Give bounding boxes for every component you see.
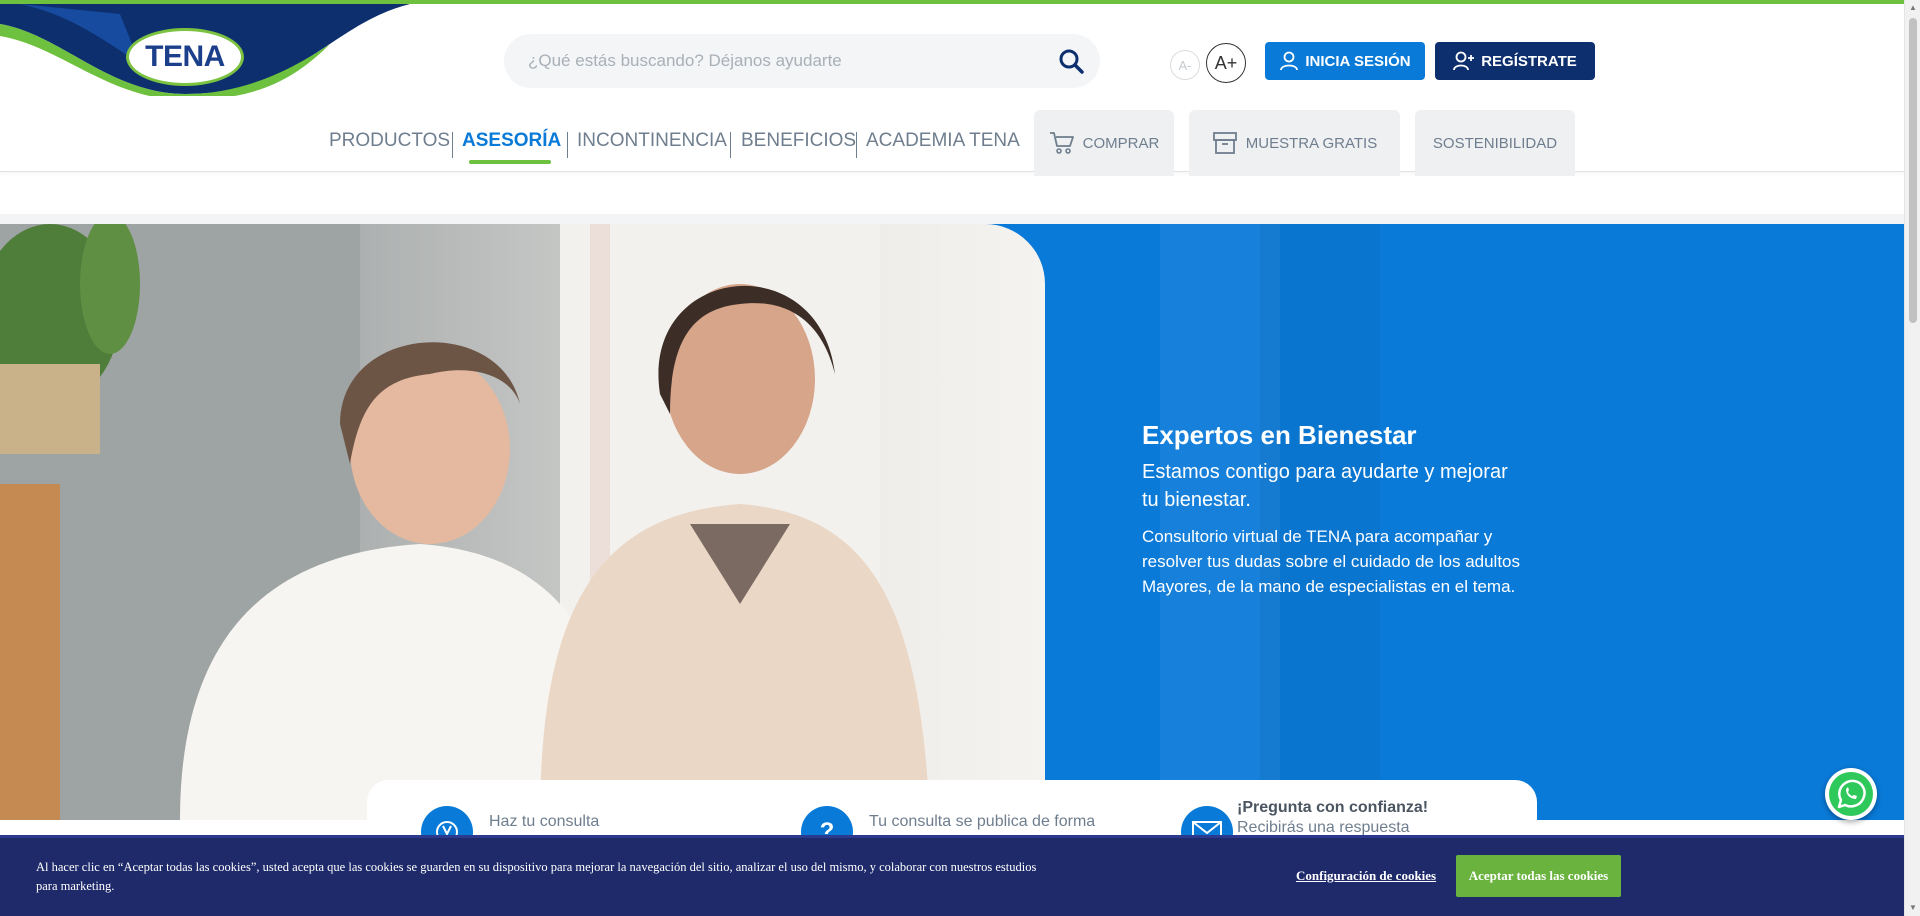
hero-subtitle: Estamos contigo para ayudarte y mejorar … [1142,461,1508,511]
search-input[interactable] [528,34,1028,88]
login-label: INICIA SESIÓN [1305,52,1411,70]
tab-muestra-gratis[interactable]: MUESTRA GRATIS [1189,110,1400,176]
search-button[interactable] [1052,42,1090,80]
nav-divider [452,132,453,158]
section-spacer [0,214,1904,224]
tab-comprar-label: COMPRAR [1082,134,1160,152]
cookie-banner: Al hacer clic en “Aceptar todas las cook… [0,835,1904,916]
tab-sostenibilidad[interactable]: SOSTENIBILIDAD [1415,110,1575,176]
tab-comprar[interactable]: COMPRAR [1034,110,1174,176]
user-plus-icon [1453,51,1475,71]
cart-icon [1049,132,1074,154]
register-label: REGÍSTRATE [1481,52,1577,70]
page: TENA A- A+ INICIA SESIÓN [0,0,1920,916]
whatsapp-button[interactable] [1825,768,1877,820]
nav-item-incontinencia[interactable]: INCONTINENCIA [577,130,727,152]
nav-item-asesoria[interactable]: ASESORÍA [462,130,561,152]
whatsapp-icon [1829,772,1873,816]
tab-muestra-gratis-label: MUESTRA GRATIS [1245,134,1378,152]
logo[interactable]: TENA [0,4,410,96]
search-bar [504,34,1100,88]
box-icon [1212,132,1237,154]
nav-divider [856,132,857,158]
login-button[interactable]: INICIA SESIÓN [1265,42,1425,80]
hero-illustration [0,224,930,820]
nav-item-beneficios[interactable]: BENEFICIOS [741,130,856,152]
hero-text-block: Expertos en Bienestar Estamos contigo pa… [1142,418,1527,599]
user-icon [1280,51,1299,71]
logo-badge: TENA [126,28,244,86]
scrollbar[interactable]: ▲ ▼ [1904,0,1920,916]
search-icon [1059,49,1084,74]
cookie-settings-link[interactable]: Configuración de cookies [1296,868,1436,884]
nav-item-productos[interactable]: PRODUCTOS [329,130,450,152]
cookie-text: Al hacer clic en “Aceptar todas las cook… [36,860,1037,893]
scroll-up-icon[interactable]: ▲ [1909,4,1917,12]
nav-divider [567,132,568,158]
scroll-down-icon[interactable]: ▼ [1909,904,1917,912]
hero-banner: Expertos en Bienestar Estamos contigo pa… [0,224,1904,820]
accept-cookies-button[interactable]: Aceptar todas las cookies [1456,855,1621,897]
nav-item-academia-tena[interactable]: ACADEMIA TENA [866,130,1020,152]
font-decrease-button[interactable]: A- [1170,50,1200,80]
nav-active-indicator [469,160,551,164]
logo-text: TENA [145,40,225,73]
nav-divider [730,132,731,158]
font-increase-button[interactable]: A+ [1206,43,1246,83]
scrollbar-thumb[interactable] [1909,18,1917,323]
hero-photo [0,224,1045,820]
register-button[interactable]: REGÍSTRATE [1435,42,1595,80]
hero-title: Expertos en Bienestar [1142,420,1417,450]
tab-sostenibilidad-label: SOSTENIBILIDAD [1432,134,1558,152]
hero-description: Consultorio virtual de TENA para acompañ… [1142,527,1521,596]
info-title: ¡Pregunta con confianza! [1237,799,1429,816]
site-header: TENA A- A+ INICIA SESIÓN [0,4,1904,176]
